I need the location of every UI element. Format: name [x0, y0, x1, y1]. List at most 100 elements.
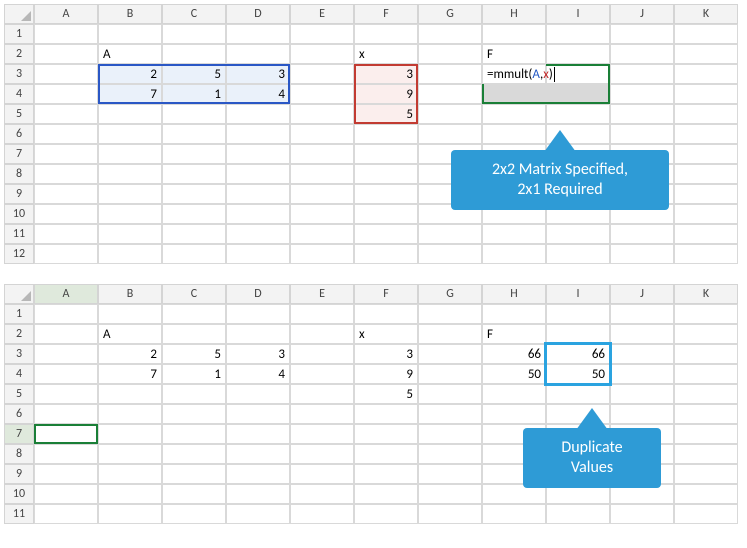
cell-E6[interactable] — [290, 404, 354, 424]
cell-D6[interactable] — [226, 404, 290, 424]
cell-F1[interactable] — [354, 304, 418, 324]
col-header-B[interactable]: B — [98, 284, 162, 304]
cell-D6[interactable] — [226, 124, 290, 144]
cell-E9[interactable] — [290, 184, 354, 204]
col-header-I[interactable]: I — [546, 284, 610, 304]
cell-C12[interactable] — [162, 244, 226, 264]
cell-A2[interactable] — [34, 44, 98, 64]
cell-C1[interactable] — [162, 304, 226, 324]
col-header-E[interactable]: E — [290, 4, 354, 24]
cell-C5[interactable] — [162, 104, 226, 124]
cell-B8[interactable] — [98, 444, 162, 464]
cell-I4[interactable] — [546, 84, 610, 104]
col-header-G[interactable]: G — [418, 4, 482, 24]
cell-G9[interactable] — [418, 464, 482, 484]
cell-A4[interactable] — [34, 84, 98, 104]
cell-C6[interactable] — [162, 124, 226, 144]
cell-E8[interactable] — [290, 164, 354, 184]
row-header-9[interactable]: 9 — [4, 464, 34, 484]
cell-A10[interactable] — [34, 204, 98, 224]
cell-J6[interactable] — [610, 404, 674, 424]
cell-C7[interactable] — [162, 144, 226, 164]
row-header-2[interactable]: 2 — [4, 44, 34, 64]
cell-G2[interactable] — [418, 44, 482, 64]
col-header-J[interactable]: J — [610, 284, 674, 304]
cell-J6[interactable] — [610, 124, 674, 144]
cell-D9[interactable] — [226, 184, 290, 204]
row-header-4[interactable]: 4 — [4, 84, 34, 104]
cell-D1[interactable] — [226, 304, 290, 324]
cell-K4[interactable] — [674, 364, 738, 384]
col-header-A[interactable]: A — [34, 284, 98, 304]
cell-C9[interactable] — [162, 464, 226, 484]
cell-E9[interactable] — [290, 464, 354, 484]
cell-B1[interactable] — [98, 304, 162, 324]
cell-D2[interactable] — [226, 324, 290, 344]
cell-B6[interactable] — [98, 404, 162, 424]
cell-C2[interactable] — [162, 44, 226, 64]
cell-H2[interactable]: F — [482, 324, 546, 344]
cell-K10[interactable] — [674, 484, 738, 504]
cell-B11[interactable] — [98, 224, 162, 244]
cell-F9[interactable] — [354, 464, 418, 484]
cell-K2[interactable] — [674, 44, 738, 64]
cell-K9[interactable] — [674, 464, 738, 484]
cell-I2[interactable] — [546, 324, 610, 344]
cell-B4[interactable]: 7 — [98, 84, 162, 104]
col-header-I[interactable]: I — [546, 4, 610, 24]
cell-J4[interactable] — [610, 84, 674, 104]
cell-C2[interactable] — [162, 324, 226, 344]
cell-I11[interactable] — [546, 504, 610, 524]
cell-D7[interactable] — [226, 144, 290, 164]
cell-B7[interactable] — [98, 144, 162, 164]
cell-A5[interactable] — [34, 384, 98, 404]
cell-D5[interactable] — [226, 384, 290, 404]
cell-C9[interactable] — [162, 184, 226, 204]
cell-A9[interactable] — [34, 184, 98, 204]
cell-G11[interactable] — [418, 504, 482, 524]
cell-F5[interactable]: 5 — [354, 104, 418, 124]
col-header-C[interactable]: C — [162, 4, 226, 24]
cell-F8[interactable] — [354, 444, 418, 464]
cell-F6[interactable] — [354, 404, 418, 424]
cell-F12[interactable] — [354, 244, 418, 264]
cell-E2[interactable] — [290, 324, 354, 344]
cell-A4[interactable] — [34, 364, 98, 384]
cell-H5[interactable] — [482, 104, 546, 124]
cell-K11[interactable] — [674, 224, 738, 244]
cell-G3[interactable] — [418, 344, 482, 364]
cell-I2[interactable] — [546, 44, 610, 64]
cell-H1[interactable] — [482, 304, 546, 324]
row-header-2[interactable]: 2 — [4, 324, 34, 344]
col-header-G[interactable]: G — [418, 284, 482, 304]
cell-F1[interactable] — [354, 24, 418, 44]
cell-D9[interactable] — [226, 464, 290, 484]
cell-F7[interactable] — [354, 424, 418, 444]
cell-F3[interactable]: 3 — [354, 344, 418, 364]
row-header-7[interactable]: 7 — [4, 144, 34, 164]
cell-F7[interactable] — [354, 144, 418, 164]
cell-K2[interactable] — [674, 324, 738, 344]
cell-E5[interactable] — [290, 384, 354, 404]
col-header-H[interactable]: H — [482, 4, 546, 24]
cell-B3[interactable]: 2 — [98, 64, 162, 84]
cell-K6[interactable] — [674, 124, 738, 144]
cell-B5[interactable] — [98, 384, 162, 404]
cell-E12[interactable] — [290, 244, 354, 264]
cell-I3[interactable]: 66 — [546, 344, 610, 364]
cell-K4[interactable] — [674, 84, 738, 104]
col-header-K[interactable]: K — [674, 4, 738, 24]
cell-G1[interactable] — [418, 24, 482, 44]
cell-C7[interactable] — [162, 424, 226, 444]
cell-E7[interactable] — [290, 424, 354, 444]
cell-J11[interactable] — [610, 504, 674, 524]
cell-E1[interactable] — [290, 24, 354, 44]
cell-G2[interactable] — [418, 324, 482, 344]
cell-H2[interactable]: F — [482, 44, 546, 64]
cell-K10[interactable] — [674, 204, 738, 224]
cell-G8[interactable] — [418, 444, 482, 464]
cell-F4[interactable]: 9 — [354, 364, 418, 384]
row-header-10[interactable]: 10 — [4, 204, 34, 224]
cell-E10[interactable] — [290, 484, 354, 504]
cell-G6[interactable] — [418, 404, 482, 424]
